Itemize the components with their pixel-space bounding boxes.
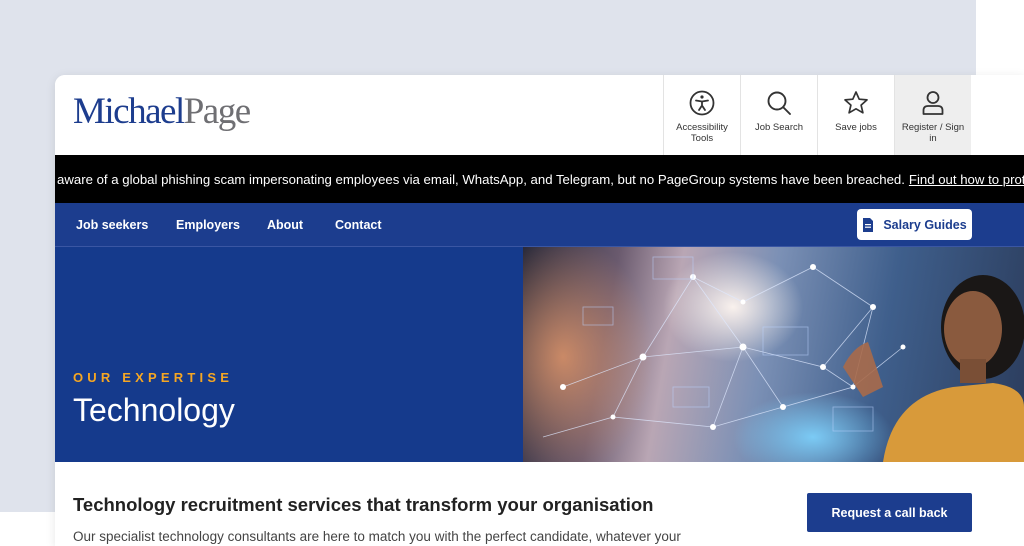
register-sign-in-label: Register / Sign in [901,122,965,144]
content-title: Technology recruitment services that tra… [73,494,654,515]
accessibility-tools-label: Accessibility Tools [676,122,728,144]
user-icon [922,91,944,115]
nav-item-job-seekers[interactable]: Job seekers [76,218,148,232]
save-jobs-label: Save jobs [835,122,877,133]
phishing-alert-banner: e aware of a global phishing scam impers… [55,155,1024,203]
hero-title: Technology [73,392,235,428]
nav-item-employers[interactable]: Employers [176,218,240,232]
logo-michael: Michael [73,91,185,132]
star-icon [844,91,868,114]
job-search-label: Job Search [754,122,804,133]
content-body: Our specialist technology consultants ar… [73,529,681,544]
nav-item-contact[interactable]: Contact [335,218,382,232]
search-icon [767,91,791,115]
michael-page-logo[interactable]: MichaelPage [73,90,251,134]
hero-image [523,247,1024,462]
header-tools: Accessibility Tools Job Search Save jobs [663,75,971,155]
content-card: Technology recruitment services that tra… [55,462,1024,546]
accessibility-tools-button[interactable]: Accessibility Tools [663,75,740,155]
salary-guides-button[interactable]: Salary Guides [857,209,972,240]
alert-text: e aware of a global phishing scam impers… [55,171,905,187]
hero-image-graphic [523,247,1024,462]
hero-banner: OUR EXPERTISE Technology [55,247,523,462]
register-sign-in-button[interactable]: Register / Sign in [894,75,971,155]
main-nav: Job seekers Employers About Contact Sala… [55,203,1024,247]
job-search-button[interactable]: Job Search [740,75,817,155]
logo-page: Page [183,91,251,132]
browser-window: MichaelPage Accessibility Tools Job Sear… [55,75,1024,546]
accessibility-icon [689,90,715,116]
request-call-back-button[interactable]: Request a call back [807,493,972,532]
alert-link[interactable]: Find out how to protect yourself [909,172,1024,187]
hero-eyebrow: OUR EXPERTISE [73,370,234,385]
site-header: MichaelPage Accessibility Tools Job Sear… [55,75,1024,155]
save-jobs-button[interactable]: Save jobs [817,75,894,155]
document-icon [863,217,874,232]
nav-item-about[interactable]: About [267,218,303,232]
salary-guides-label: Salary Guides [883,217,967,232]
